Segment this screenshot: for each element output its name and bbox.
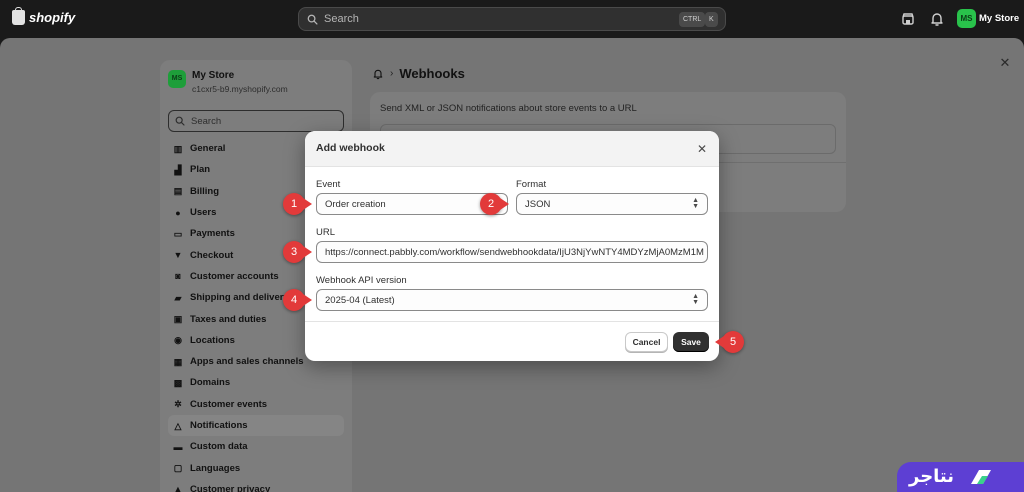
step-marker-1: 1 (283, 193, 305, 215)
sidebar-item-label: Languages (190, 462, 241, 474)
step-pointer (303, 198, 312, 210)
sidebar-item-label: Customer events (190, 398, 268, 410)
search-placeholder: Search (324, 13, 359, 25)
sidebar-item-label: Shipping and delivery (190, 292, 289, 304)
shopify-bag-icon (12, 7, 25, 25)
close-settings-icon[interactable]: ✕ (994, 52, 1016, 74)
step-marker-3: 3 (283, 241, 305, 263)
sidebar-item-label: General (190, 143, 226, 155)
avatar[interactable]: MS (957, 9, 976, 28)
sidebar-item-notifications[interactable]: △ Notifications (168, 414, 344, 437)
store-icon: ▥ (173, 143, 183, 154)
breadcrumb-separator: › (390, 68, 394, 79)
sidebar-item-customer-events[interactable]: ✲ Customer events (168, 394, 344, 415)
lock-icon: ▲ (173, 484, 183, 492)
save-button[interactable]: Save (673, 332, 709, 352)
step-marker-2: 2 (480, 193, 502, 215)
page-title: Webhooks (399, 66, 465, 81)
sidebar-item-label: Custom data (190, 441, 248, 453)
api-version-select[interactable]: 2025-04 (Latest) ▲ ▼ (316, 289, 708, 311)
modal-header: Add webhook ✕ (305, 131, 719, 167)
chart-icon: ▟ (174, 164, 182, 175)
store-avatar: MS (168, 70, 186, 88)
sidebar-item-label: Apps and sales channels (190, 356, 304, 368)
close-icon[interactable]: ✕ (693, 140, 711, 158)
sidebar-item-domains[interactable]: ▩ Domains (168, 372, 344, 393)
sidebar-item-label: Billing (190, 185, 220, 197)
event-value: Order creation (325, 198, 386, 210)
step-pointer (715, 336, 724, 348)
cursor-icon: ✲ (174, 399, 182, 410)
step-pointer (500, 198, 509, 210)
brand-text: نتاجر (909, 466, 955, 487)
search-placeholder: Search (191, 115, 222, 127)
tax-icon: ▣ (173, 314, 183, 325)
sidebar-item-label: Locations (190, 334, 235, 346)
chevron-updown-icon: ▲ ▼ (692, 197, 699, 210)
cart-icon: ▼ (173, 250, 183, 261)
event-label: Event (316, 179, 341, 190)
format-label: Format (516, 179, 547, 190)
sidebar-item-label: Notifications (190, 420, 248, 431)
global-search-input[interactable]: Search CTRL K (298, 7, 726, 31)
add-webhook-modal: Add webhook ✕ Event Order creation Forma… (305, 131, 719, 361)
search-icon (175, 116, 185, 126)
store-name: My Store (192, 70, 235, 81)
kbd-k: K (705, 12, 718, 27)
globe-icon: ▩ (173, 377, 183, 388)
breadcrumb: › Webhooks (372, 66, 465, 81)
sidebar-item-languages[interactable]: ▢ Languages (168, 457, 344, 478)
billing-icon: ▤ (173, 186, 183, 197)
store-url: c1cxr5-b9.myshopify.com (192, 84, 288, 94)
step-marker-5: 5 (722, 331, 744, 353)
url-value: https://connect.pabbly.com/workflow/send… (325, 246, 704, 258)
shopify-logo[interactable]: shopify (12, 7, 76, 25)
search-icon (307, 14, 318, 25)
step-pointer (303, 246, 312, 258)
top-bar: shopify Search CTRL K MS My Store (0, 0, 1024, 38)
sidebar-item-custom-data[interactable]: ▬ Custom data (168, 436, 344, 457)
store-icon[interactable] (900, 11, 916, 27)
sidebar-item-label: Customer privacy (190, 483, 271, 492)
sidebar-item-label: Taxes and duties (190, 313, 267, 325)
sidebar-item-label: Payments (190, 228, 235, 240)
sidebar-item-label: Domains (190, 377, 231, 389)
truck-icon: ▰ (174, 292, 182, 303)
brand-logo: نتاجر (897, 462, 1024, 492)
person-icon: ◙ (175, 271, 181, 282)
sidebar-item-label: Plan (190, 164, 211, 176)
settings-search-input[interactable]: Search (168, 110, 344, 132)
bell-icon[interactable] (372, 68, 384, 80)
store-menu[interactable]: My Store (979, 13, 1019, 24)
logo-text: shopify (29, 10, 76, 25)
bell-icon: △ (174, 420, 182, 431)
api-version-value: 2025-04 (Latest) (325, 294, 395, 306)
sidebar-item-label: Users (190, 207, 217, 219)
url-label: URL (316, 227, 336, 238)
sidebar-item-label: Checkout (190, 249, 234, 261)
sidebar-item-label: Customer accounts (190, 270, 279, 282)
api-version-label: Webhook API version (316, 275, 407, 286)
brand-mark-icon (971, 470, 991, 484)
card-description: Send XML or JSON notifications about sto… (380, 103, 637, 114)
url-field[interactable]: https://connect.pabbly.com/workflow/send… (316, 241, 708, 263)
step-pointer (303, 294, 312, 306)
divider (305, 321, 719, 322)
sidebar-item-customer-privacy[interactable]: ▲ Customer privacy (168, 479, 344, 492)
language-icon: ▢ (173, 463, 183, 474)
payments-icon: ▭ (173, 228, 183, 239)
kbd-ctrl: CTRL (679, 12, 706, 27)
format-select[interactable]: JSON ▲ ▼ (516, 193, 708, 215)
step-marker-4: 4 (283, 289, 305, 311)
cancel-button[interactable]: Cancel (625, 332, 668, 352)
location-icon: ◉ (174, 335, 182, 346)
users-icon: ● (175, 207, 181, 218)
chevron-updown-icon: ▲ ▼ (692, 293, 699, 306)
apps-icon: ▦ (173, 356, 183, 367)
format-value: JSON (525, 198, 551, 210)
bell-icon[interactable] (929, 11, 945, 27)
modal-title: Add webhook (316, 142, 385, 154)
database-icon: ▬ (173, 441, 183, 452)
